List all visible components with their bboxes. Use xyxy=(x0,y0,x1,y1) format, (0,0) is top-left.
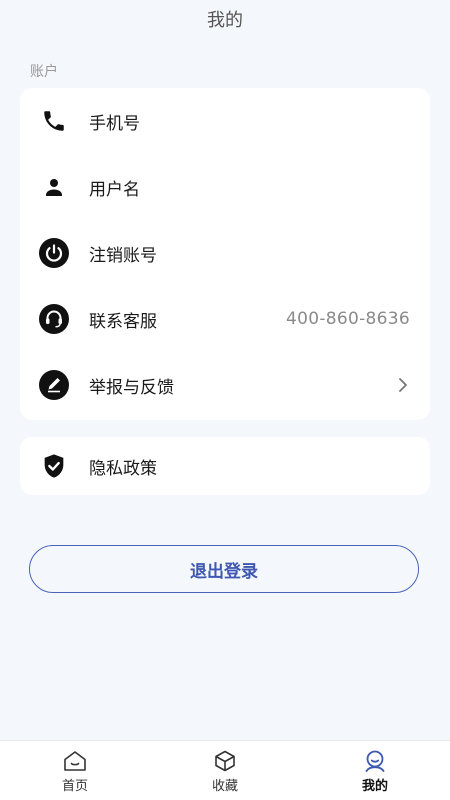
row-phone[interactable]: 手机号 xyxy=(20,88,430,154)
row-deactivate[interactable]: 注销账号 xyxy=(20,220,430,286)
row-feedback[interactable]: 举报与反馈 xyxy=(20,352,430,418)
box-icon xyxy=(212,748,238,774)
pencil-icon xyxy=(39,370,69,400)
profile-icon xyxy=(362,748,388,774)
tab-mine-label: 我的 xyxy=(361,778,388,794)
chevron-right-icon xyxy=(396,376,410,394)
page-title: 我的 xyxy=(207,10,243,31)
user-icon xyxy=(39,172,69,202)
account-card: 手机号 用户名 注销账号 联系客服 400-860-8636 举报与反馈 xyxy=(20,88,430,420)
row-customer-service[interactable]: 联系客服 400-860-8636 xyxy=(20,286,430,352)
headset-icon xyxy=(39,304,69,334)
row-deactivate-label: 注销账号 xyxy=(89,245,157,266)
row-username-label: 用户名 xyxy=(89,179,140,200)
tab-home[interactable]: 首页 xyxy=(0,741,150,800)
row-privacy-policy[interactable]: 隐私政策 xyxy=(20,437,430,495)
shield-check-icon xyxy=(39,451,69,481)
customer-service-phone[interactable]: 400-860-8636 xyxy=(286,309,410,329)
phone-icon xyxy=(39,106,69,136)
tab-favorites[interactable]: 收藏 xyxy=(150,741,300,800)
tab-home-label: 首页 xyxy=(61,778,88,794)
tab-mine[interactable]: 我的 xyxy=(300,741,450,800)
row-privacy-policy-label: 隐私政策 xyxy=(89,458,157,479)
tab-favorites-label: 收藏 xyxy=(211,778,238,794)
power-icon xyxy=(39,238,69,268)
row-phone-label: 手机号 xyxy=(89,113,140,134)
logout-button[interactable]: 退出登录 xyxy=(29,545,419,593)
row-username[interactable]: 用户名 xyxy=(20,154,430,220)
row-customer-service-label: 联系客服 xyxy=(89,311,157,332)
row-feedback-label: 举报与反馈 xyxy=(89,377,174,398)
home-icon xyxy=(62,748,88,774)
privacy-card: 隐私政策 xyxy=(20,437,430,495)
section-label-account: 账户 xyxy=(30,64,58,80)
bottom-tab-bar: 首页 收藏 我的 xyxy=(0,740,450,800)
